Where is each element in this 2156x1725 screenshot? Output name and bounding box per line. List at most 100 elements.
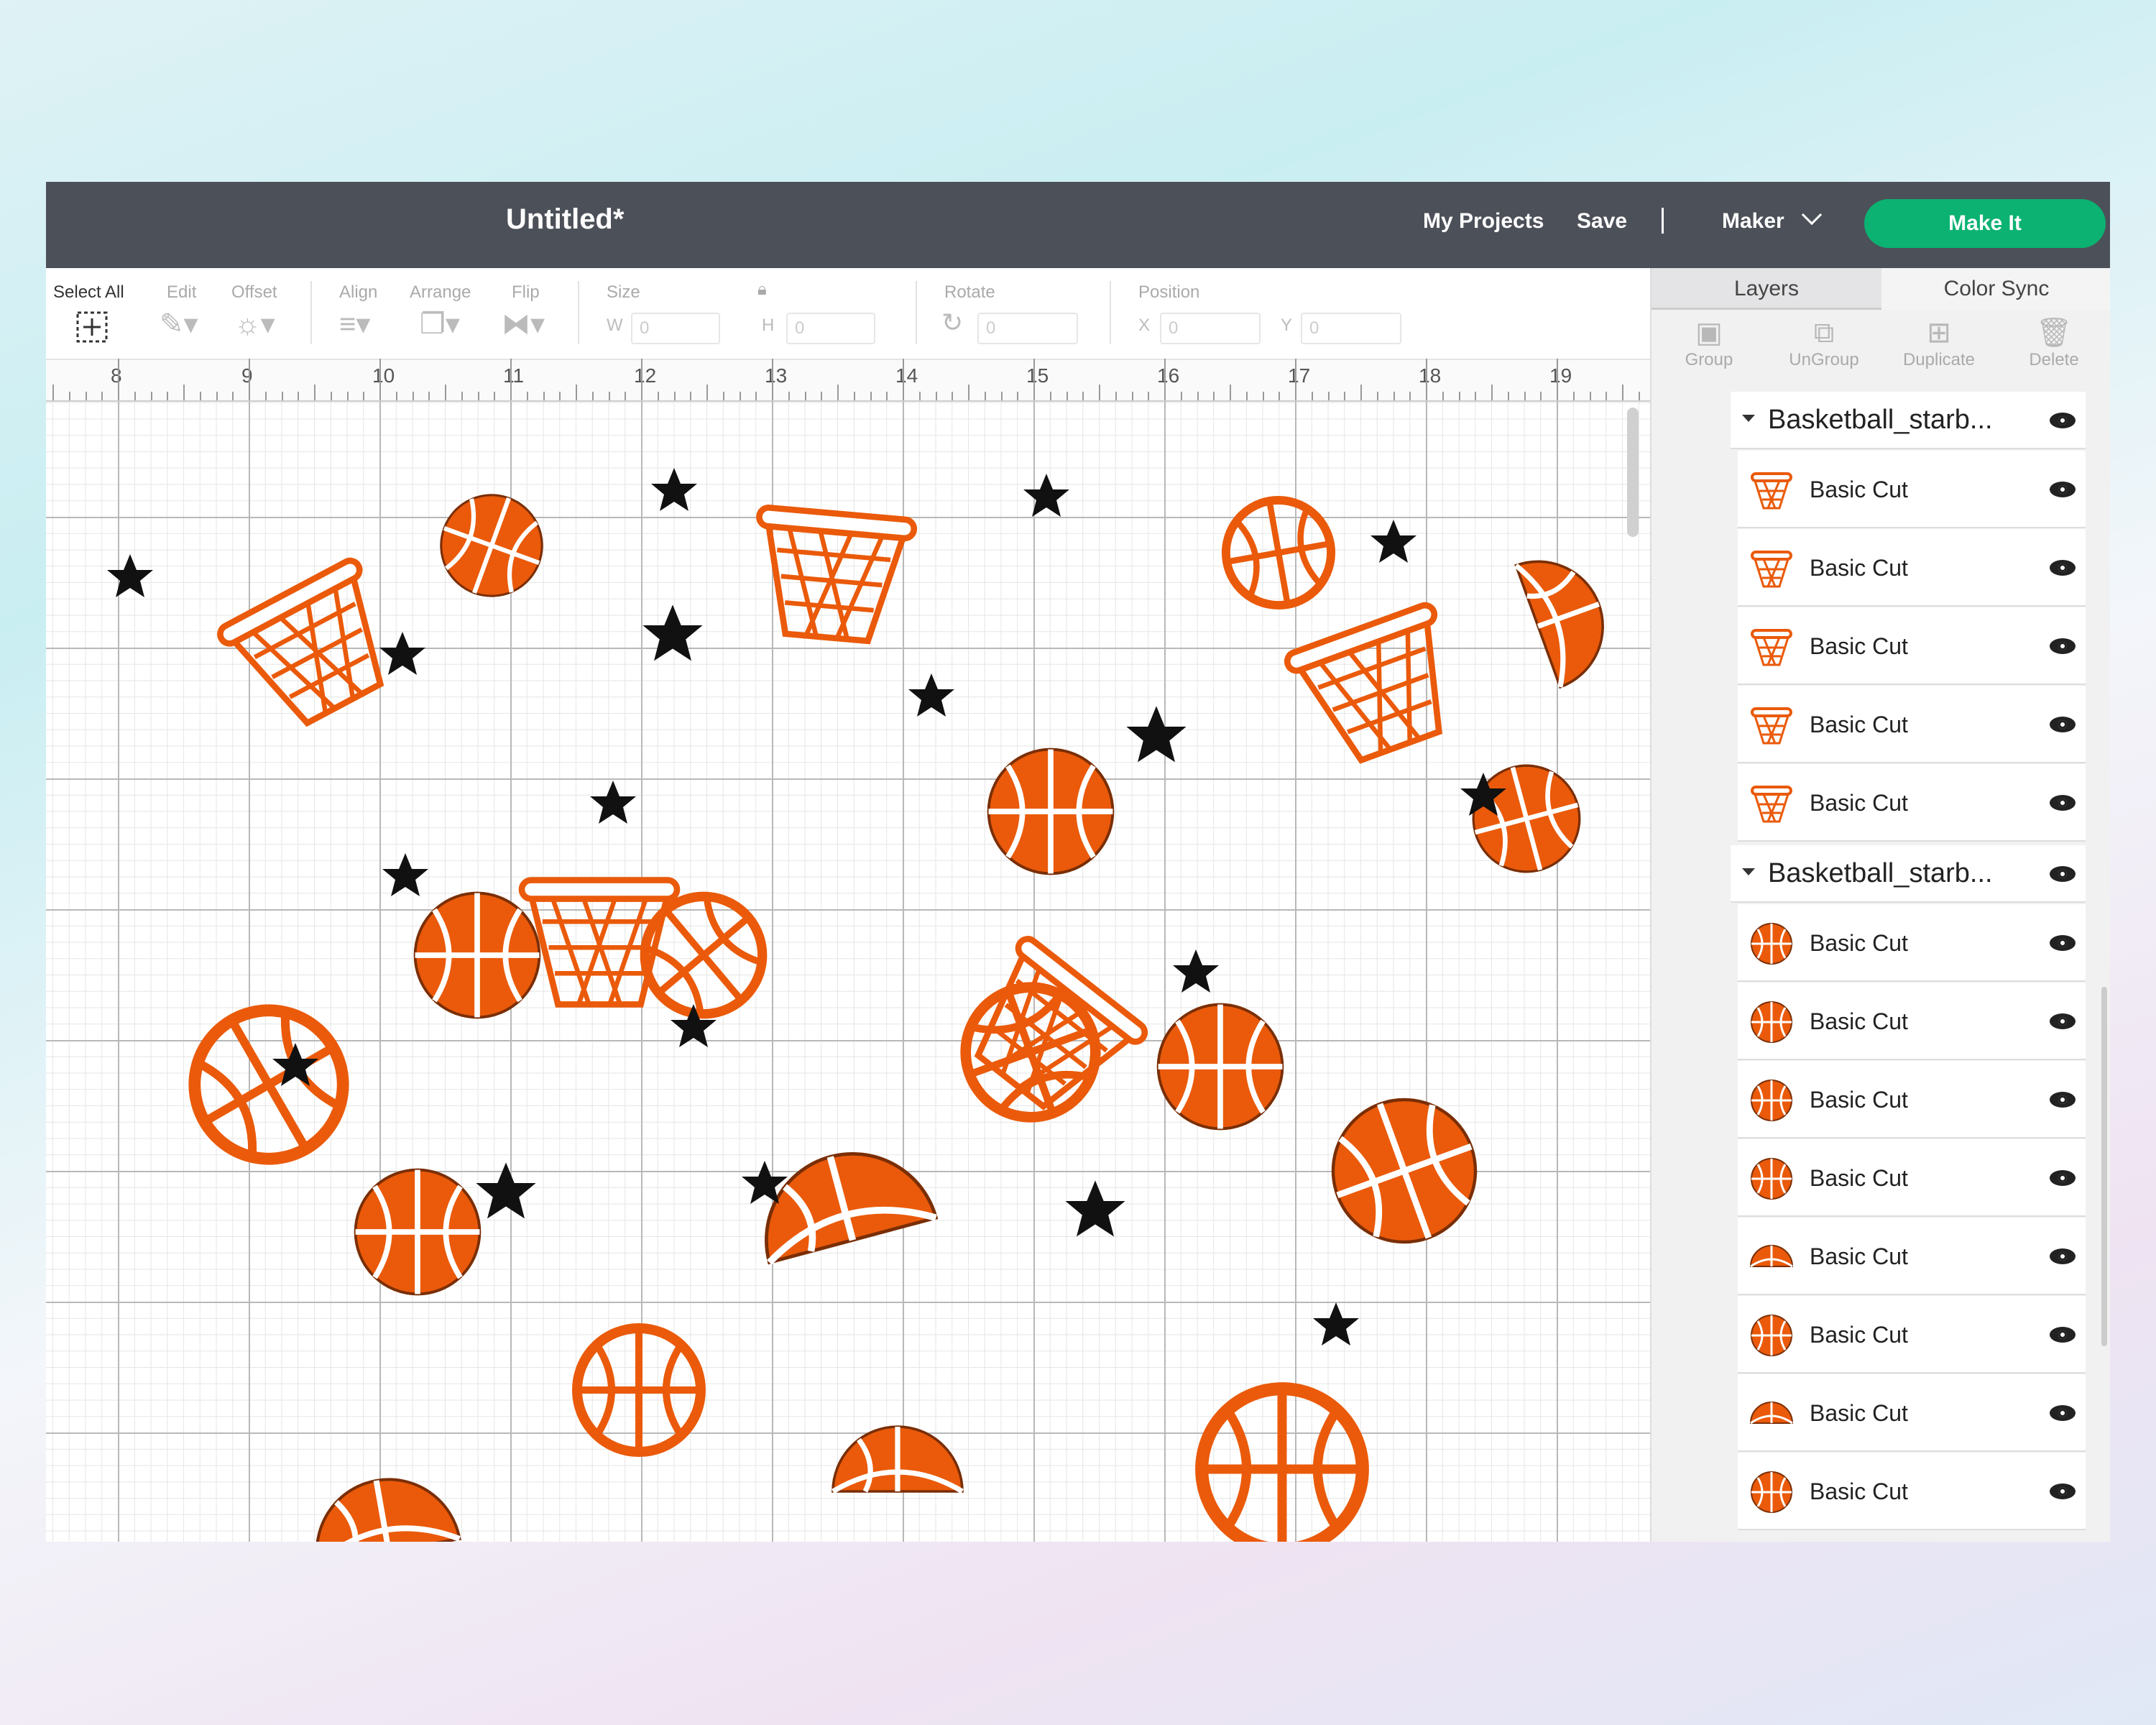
layer-group-row[interactable]: Basketball_starb... (1731, 845, 2086, 903)
ruler-tick (1638, 392, 1640, 400)
star-shape[interactable] (651, 468, 697, 511)
eye-icon[interactable] (2050, 1484, 2076, 1499)
layer-row[interactable]: Basic Cut (1738, 529, 2086, 607)
collapse-triangle-icon[interactable] (1742, 415, 1755, 422)
star-shape[interactable] (642, 604, 703, 661)
basketball-outline-shape[interactable] (167, 983, 370, 1186)
basketball-half-shape[interactable] (833, 1427, 962, 1491)
eye-icon[interactable] (2050, 1327, 2076, 1343)
hoop-shape[interactable] (1285, 603, 1473, 773)
ruler-tick (1458, 392, 1460, 400)
save-button[interactable]: Save (1577, 209, 1627, 234)
eye-icon[interactable] (2050, 560, 2076, 576)
flip-icon[interactable]: ⧓▾ (502, 310, 545, 339)
duplicate-button[interactable]: ⊞ Duplicate (1881, 316, 1996, 380)
delete-button[interactable]: 🗑︎ Delete (1996, 316, 2110, 380)
align-icon[interactable]: ≡▾ (339, 310, 370, 339)
machine-selector[interactable]: Maker (1722, 204, 1822, 234)
position-x-field[interactable]: 0 (1160, 313, 1261, 344)
ungroup-button[interactable]: ⧉ UnGroup (1766, 316, 1881, 380)
eye-icon[interactable] (2050, 638, 2076, 654)
position-x-label: X (1138, 316, 1151, 335)
layer-row[interactable]: Basic Cut (1738, 1453, 2086, 1530)
eye-icon[interactable] (2050, 795, 2076, 811)
select-all-icon[interactable] (75, 310, 109, 349)
layer-row[interactable]: Basic Cut (1738, 686, 2086, 763)
arrange-icon[interactable]: ❐▾ (420, 310, 460, 339)
eye-icon[interactable] (2050, 1013, 2076, 1029)
eye-icon[interactable] (2050, 413, 2076, 428)
star-shape[interactable] (1065, 1180, 1125, 1237)
eye-icon[interactable] (2050, 1405, 2076, 1421)
star-shape[interactable] (1173, 949, 1219, 993)
star-shape[interactable] (1370, 520, 1416, 563)
duplicate-label: Duplicate (1902, 350, 1976, 369)
layer-row[interactable]: Basic Cut (1738, 983, 2086, 1060)
layer-row[interactable]: Basic Cut (1738, 1061, 2086, 1138)
ruler-tick (706, 385, 708, 400)
width-field[interactable]: 0 (631, 313, 720, 344)
ruler-tick (1426, 359, 1427, 400)
ruler-tick (952, 392, 954, 400)
layer-row[interactable]: Basic Cut (1738, 451, 2086, 528)
collapse-triangle-icon[interactable] (1742, 868, 1755, 875)
basketball-half-shape[interactable] (305, 1468, 459, 1542)
basketball-shape[interactable] (356, 1170, 480, 1294)
edit-icon[interactable]: ✎▾ (160, 310, 198, 339)
ungroup-label: UnGroup (1789, 350, 1859, 369)
layers-scrollbar[interactable] (2101, 987, 2107, 1346)
tab-color-sync[interactable]: Color Sync (1881, 268, 2110, 310)
basketball-outline-shape[interactable] (1217, 492, 1339, 613)
star-shape[interactable] (1313, 1302, 1359, 1346)
layer-row[interactable]: Basic Cut (1738, 764, 2086, 842)
eye-icon[interactable] (2050, 717, 2076, 732)
star-shape[interactable] (590, 781, 636, 824)
star-shape[interactable] (908, 673, 954, 717)
lock-icon[interactable]: 🔒︎ (757, 280, 767, 300)
position-y-field[interactable]: 0 (1301, 313, 1401, 344)
height-field[interactable]: 0 (786, 313, 875, 344)
ruler-tick (559, 392, 561, 400)
layer-row[interactable]: Basic Cut (1738, 1139, 2086, 1217)
layer-row[interactable]: Basic Cut (1738, 1374, 2086, 1452)
star-shape[interactable] (382, 853, 428, 896)
layer-row[interactable]: Basic Cut (1738, 1218, 2086, 1295)
rotate-field[interactable]: 0 (977, 313, 1078, 344)
eye-icon[interactable] (2050, 866, 2076, 882)
basketball-shape[interactable] (427, 481, 556, 610)
eye-icon[interactable] (2050, 935, 2076, 951)
eye-icon[interactable] (2050, 1092, 2076, 1108)
eye-icon[interactable] (2050, 1248, 2076, 1264)
eye-icon[interactable] (2050, 1170, 2076, 1186)
layer-row[interactable]: Basic Cut (1738, 607, 2086, 685)
ruler-tick (1572, 392, 1575, 400)
basketball-shape[interactable] (989, 750, 1113, 874)
layer-row[interactable]: Basic Cut (1738, 1296, 2086, 1374)
basketball-outline-shape[interactable] (1202, 1389, 1363, 1542)
eye-icon[interactable] (2050, 482, 2076, 497)
basketball-shape[interactable] (1158, 1005, 1283, 1129)
layer-group-row[interactable]: Basketball_starb... (1731, 392, 2086, 449)
star-shape[interactable] (1126, 706, 1187, 763)
star-shape[interactable] (1023, 474, 1069, 517)
basketball-shape[interactable] (1462, 754, 1592, 884)
group-button[interactable]: ▣ Group (1651, 316, 1766, 380)
canvas-scrollbar[interactable] (1627, 408, 1639, 537)
my-projects-link[interactable]: My Projects (1423, 209, 1544, 234)
make-it-button[interactable]: Make It (1864, 199, 2106, 248)
offset-icon[interactable]: ☼▾ (234, 310, 275, 339)
rotate-icon[interactable]: ↻ (941, 310, 963, 336)
star-shape[interactable] (476, 1162, 536, 1219)
star-shape[interactable] (107, 554, 153, 597)
document-title[interactable]: Untitled* (506, 203, 624, 236)
design-canvas[interactable] (46, 402, 1650, 1542)
layer-row[interactable]: Basic Cut (1738, 904, 2086, 982)
basketball-outline-shape[interactable] (577, 1328, 701, 1452)
star-shape[interactable] (379, 632, 425, 675)
tab-layers[interactable]: Layers (1651, 268, 1881, 310)
basketball-half-shape[interactable] (1516, 543, 1621, 687)
basketball-shape[interactable] (1313, 1080, 1496, 1262)
ruler-tick (1033, 359, 1035, 400)
basketball-shape[interactable] (415, 893, 540, 1018)
hoop-shape[interactable] (750, 507, 915, 644)
